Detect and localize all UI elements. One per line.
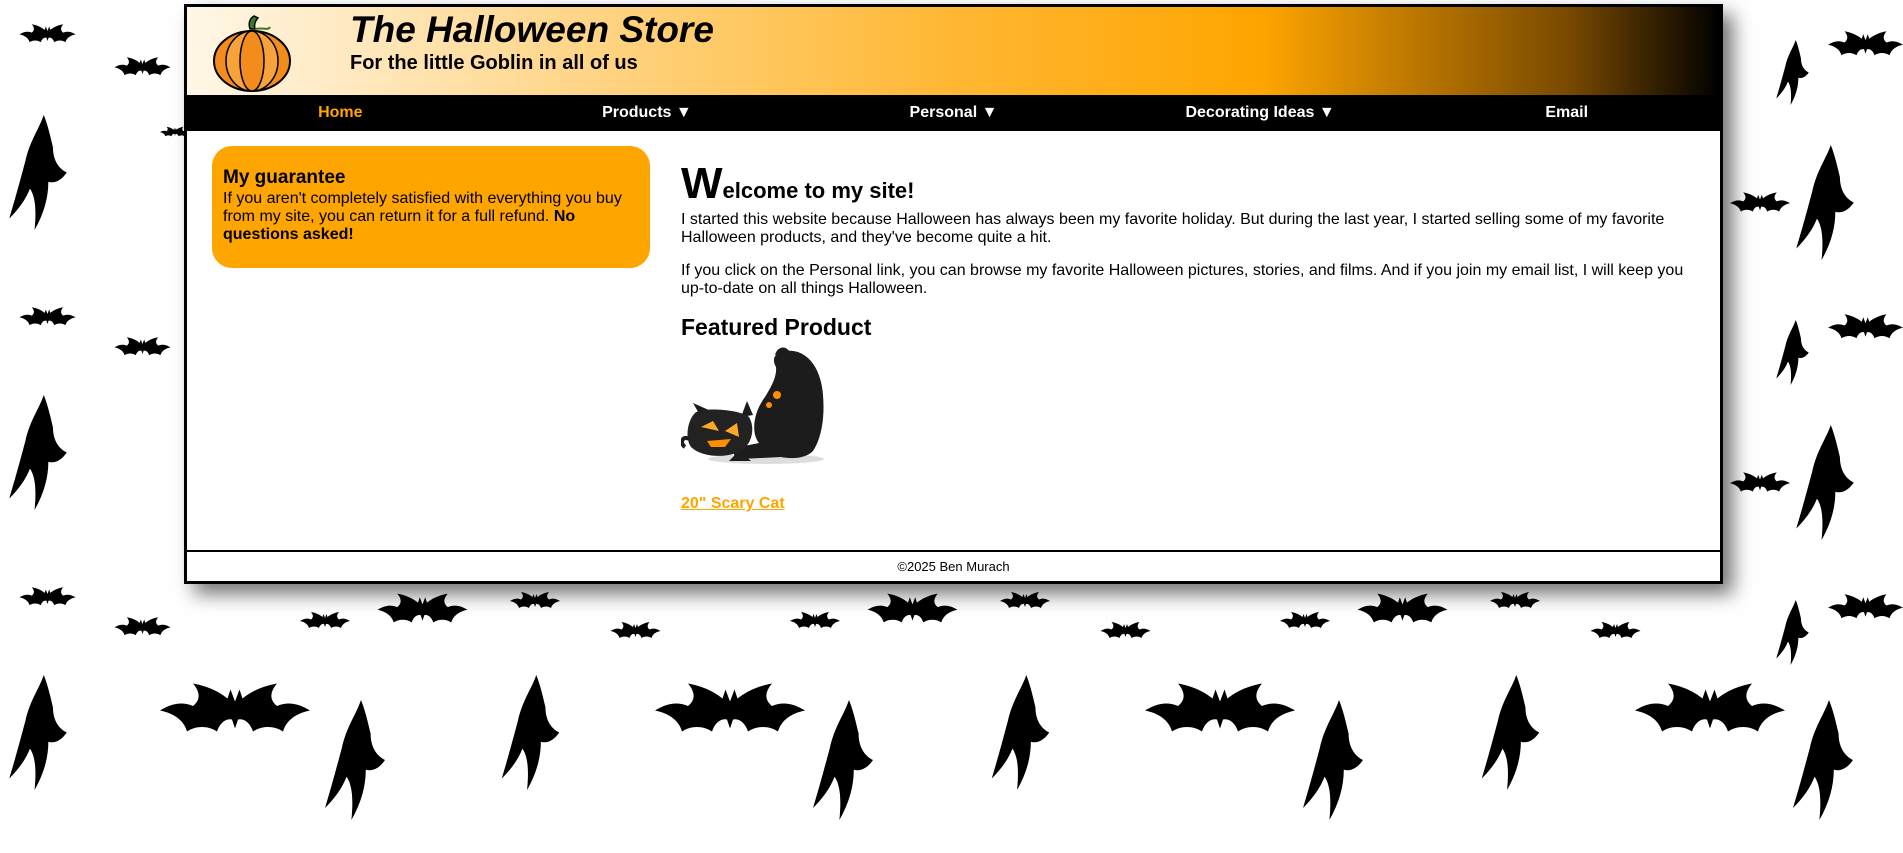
nav-decorating-ideas[interactable]: Decorating Ideas ▼ xyxy=(1107,95,1414,131)
nav-home[interactable]: Home xyxy=(187,95,494,131)
guarantee-box: My guarantee If you aren't completely sa… xyxy=(212,146,650,268)
site-title: The Halloween Store xyxy=(350,9,714,50)
nav-email[interactable]: Email xyxy=(1413,95,1720,131)
nav-personal[interactable]: Personal ▼ xyxy=(800,95,1107,131)
featured-product-link[interactable]: 20" Scary Cat xyxy=(681,495,785,513)
welcome-rest: elcome to my site! xyxy=(722,178,915,203)
welcome-initial: W xyxy=(681,159,723,208)
main-nav: Home Products ▼ Personal ▼ Decorating Id… xyxy=(187,95,1720,131)
site-header: The Halloween Store For the little Gobli… xyxy=(187,7,1720,95)
guarantee-text: If you aren't completely satisfied with … xyxy=(223,190,639,244)
scary-cat-image[interactable] xyxy=(681,347,831,465)
nav-products[interactable]: Products ▼ xyxy=(494,95,801,131)
page-container: The Halloween Store For the little Gobli… xyxy=(184,4,1723,584)
guarantee-heading: My guarantee xyxy=(223,167,346,188)
intro-paragraph-2: If you click on the Personal link, you c… xyxy=(681,262,1684,297)
featured-product-heading: Featured Product xyxy=(681,314,872,340)
welcome-heading: Welcome to my site! xyxy=(681,162,1701,211)
intro-paragraph-1: I started this website because Halloween… xyxy=(681,211,1665,246)
site-subtitle: For the little Goblin in all of us xyxy=(350,52,638,74)
site-footer: ©2025 Ben Murach xyxy=(187,550,1720,584)
copyright-text: ©2025 Ben Murach xyxy=(897,559,1010,574)
main-content: Welcome to my site! I started this websi… xyxy=(681,162,1701,513)
pumpkin-icon xyxy=(213,15,291,92)
